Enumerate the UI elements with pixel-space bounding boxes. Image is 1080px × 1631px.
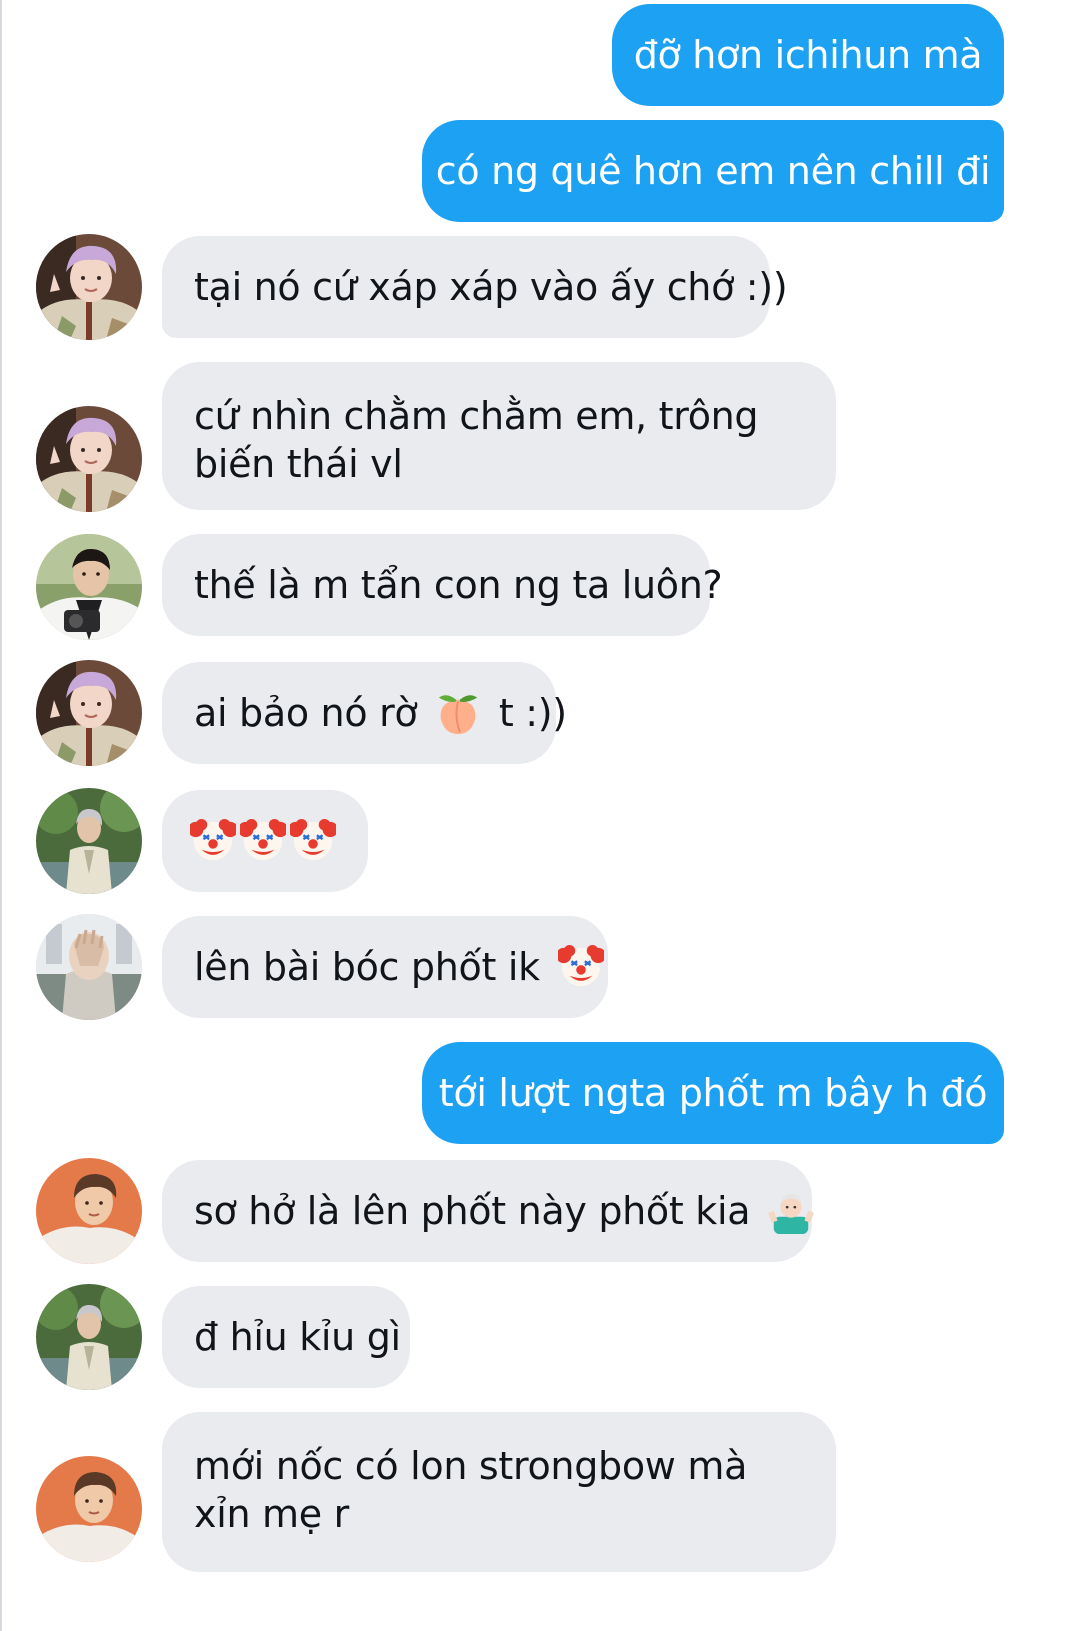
incoming-message-bubble[interactable]: tại nó cứ xáp xáp vào ấy chớ :)) xyxy=(162,236,788,338)
avatar-lavender-hair[interactable] xyxy=(36,234,142,340)
clown-face-emoji xyxy=(190,818,236,864)
outgoing-message-bubble[interactable]: có ng quê hơn em nên chill đi xyxy=(422,120,1004,222)
message-text: t :)) xyxy=(487,691,567,735)
peach-emoji xyxy=(435,690,481,736)
message-text: thế là m tẩn con ng ta luôn? xyxy=(194,563,723,607)
clown-face-emoji xyxy=(557,944,604,990)
avatar-orange-background[interactable] xyxy=(36,1456,142,1562)
clown-face-emoji xyxy=(290,818,336,864)
avatar-orange-background[interactable] xyxy=(36,1158,142,1264)
outgoing-message-bubble[interactable]: đỡ hơn ichihun mà xyxy=(612,4,1004,106)
incoming-message-bubble[interactable]: lên bài bóc phốt ik xyxy=(162,916,608,1018)
chat-thread[interactable]: đỡ hơn ichihun mà có ng quê hơn em nên c… xyxy=(0,0,1080,1631)
message-text: cứ nhìn chằm chằm em, trông biến thái vl xyxy=(194,394,759,486)
left-border-line xyxy=(0,0,2,1631)
avatar-dark-hair-camera[interactable] xyxy=(36,534,142,640)
message-text: mới nốc có lon strongbow mà xỉn mẹ r xyxy=(194,1444,748,1536)
incoming-message-bubble[interactable]: thế là m tẩn con ng ta luôn? xyxy=(162,534,723,636)
avatar-white-suit-garden[interactable] xyxy=(36,788,142,894)
avatar-lavender-hair[interactable] xyxy=(36,406,142,512)
message-text: đ hỉu kỉu gì xyxy=(194,1315,401,1359)
message-text: ai bảo nó rờ xyxy=(194,691,430,735)
incoming-message-bubble[interactable]: đ hỉu kỉu gì xyxy=(162,1286,410,1388)
avatar-lavender-hair[interactable] xyxy=(36,660,142,766)
message-text: sơ hở là lên phốt này phốt kia xyxy=(194,1189,762,1233)
message-text: tại nó cứ xáp xáp vào ấy chớ :)) xyxy=(194,265,788,309)
clown-face-emoji xyxy=(240,818,286,864)
message-text: tới lượt ngta phốt m bây h đó xyxy=(438,1071,988,1115)
incoming-message-bubble[interactable]: ai bảo nó rờ t :)) xyxy=(162,662,567,764)
message-text: lên bài bóc phốt ik xyxy=(194,945,552,989)
man-shrugging-emoji xyxy=(768,1188,814,1234)
incoming-message-bubble[interactable]: mới nốc có lon strongbow mà xỉn mẹ r xyxy=(162,1412,836,1572)
outgoing-message-bubble[interactable]: tới lượt ngta phốt m bây h đó xyxy=(422,1042,1004,1144)
message-text: có ng quê hơn em nên chill đi xyxy=(435,149,991,193)
incoming-message-bubble[interactable]: cứ nhìn chằm chằm em, trông biến thái vl xyxy=(162,362,836,510)
incoming-message-bubble[interactable]: sơ hở là lên phốt này phốt kia xyxy=(162,1160,814,1262)
avatar-hand-over-face[interactable] xyxy=(36,914,142,1020)
message-text: đỡ hơn ichihun mà xyxy=(633,33,983,77)
avatar-white-suit-garden[interactable] xyxy=(36,1284,142,1390)
incoming-message-bubble[interactable] xyxy=(162,790,368,892)
